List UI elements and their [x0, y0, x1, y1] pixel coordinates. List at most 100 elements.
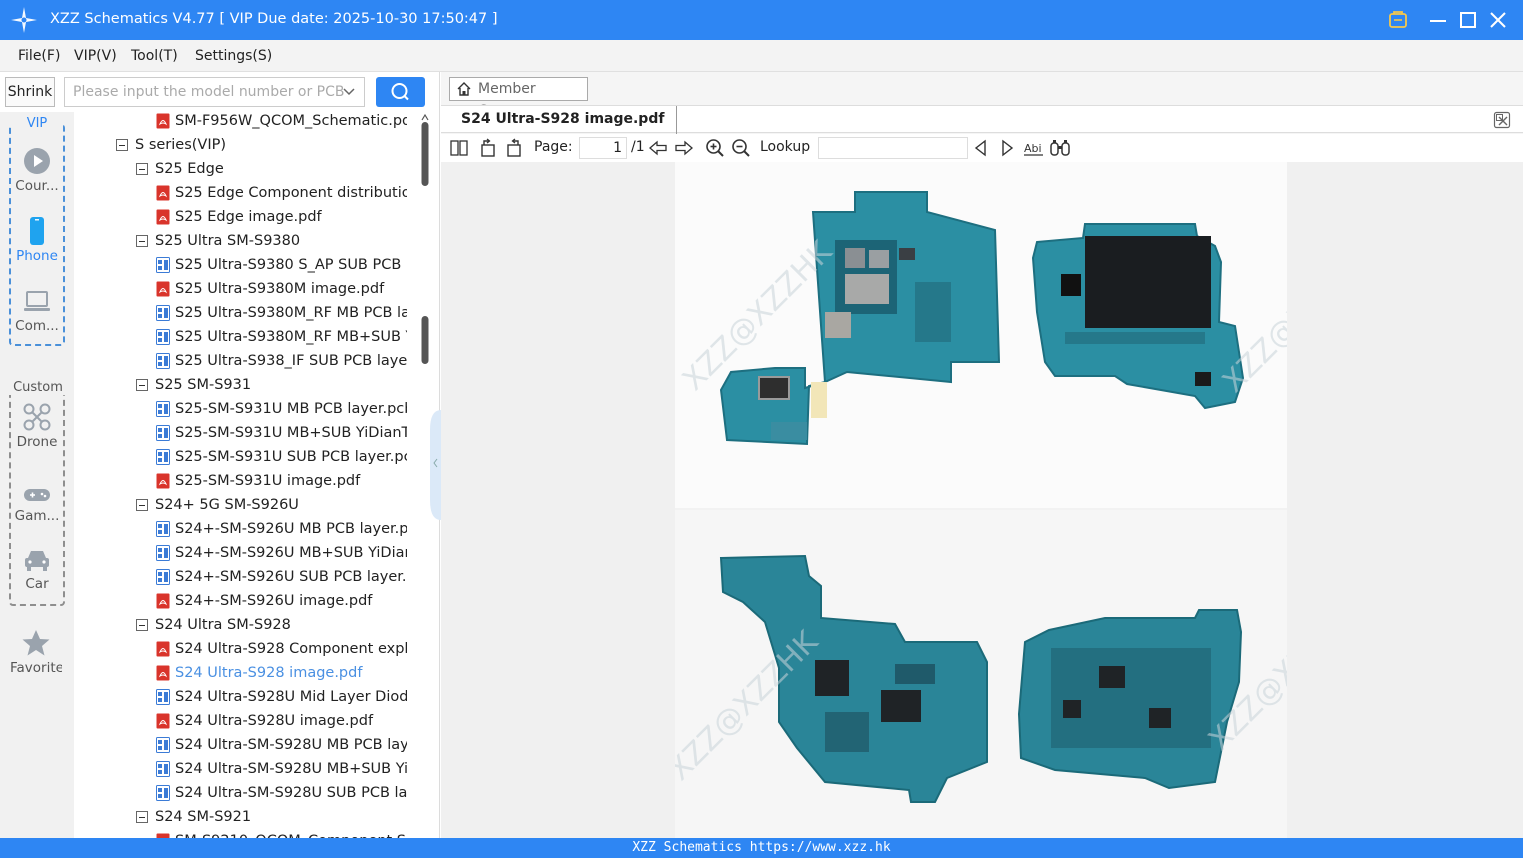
chevron-down-icon[interactable] — [342, 85, 356, 99]
tree-file-item[interactable]: S24 Ultra-S928 image.pdf — [74, 661, 407, 685]
tree-scrollbar[interactable] — [420, 112, 430, 838]
tree-folder[interactable]: S24 SM-S921 — [74, 805, 407, 829]
pcb-file-icon — [156, 401, 170, 417]
minimize-icon[interactable] — [1426, 8, 1450, 32]
tree-file-item[interactable]: S24 Ultra-S928U Mid Layer Diode V — [74, 685, 407, 709]
rotate-right-icon[interactable] — [504, 138, 524, 158]
sidebar-item-favorites[interactable]: Favorites — [10, 628, 62, 676]
zoom-out-icon[interactable] — [731, 138, 751, 158]
star-icon — [22, 630, 50, 656]
tree-file-item[interactable]: S24 Ultra-S928U image.pdf — [74, 709, 407, 733]
tree-file-item[interactable]: S25 Ultra-S9380M_RF MB PCB laye — [74, 301, 407, 325]
rotate-left-icon[interactable] — [478, 138, 498, 158]
tree-folder[interactable]: S24+ 5G SM-S926U — [74, 493, 407, 517]
lookup-label: Lookup — [760, 139, 811, 155]
collapse-toggle-icon[interactable] — [136, 163, 148, 175]
find-prev-icon[interactable] — [971, 138, 991, 158]
collapse-toggle-icon[interactable] — [136, 499, 148, 511]
tree-file-item[interactable]: S24 Ultra-SM-S928U MB+SUB YiDi — [74, 757, 407, 781]
collapse-toggle-icon[interactable] — [136, 619, 148, 631]
tree-file-item[interactable]: S25 Edge image.pdf — [74, 205, 407, 229]
tree-item-label: S25 Ultra-S9380M_RF MB+SUB YiD — [175, 329, 407, 345]
sidebar-item-phone[interactable]: Phone — [11, 216, 63, 264]
status-footer: XZZ Schematics https://www.xzz.hk — [0, 838, 1523, 858]
collapse-handle-icon[interactable] — [430, 410, 441, 520]
tree-item-label: S24 SM-S921 — [155, 809, 252, 825]
tree-file-item[interactable]: S25-SM-S931U SUB PCB layer.pcb — [74, 445, 407, 469]
tree-item-label: S24 Ultra-SM-S928U MB+SUB YiDi — [175, 761, 407, 777]
tree-file-item[interactable]: S25-SM-S931U MB PCB layer.pcb — [74, 397, 407, 421]
tree-item-label: S25 Ultra-S9380 S_AP SUB PCB laye — [175, 257, 407, 273]
tree-file-item[interactable]: S25-SM-S931U image.pdf — [74, 469, 407, 493]
pcb-board-bottom-right — [1017, 609, 1243, 790]
pdf-file-icon — [156, 113, 170, 129]
tree-folder[interactable]: S series(VIP) — [74, 133, 407, 157]
collapse-toggle-icon[interactable] — [136, 235, 148, 247]
tree-file-item[interactable]: SM-S9210_QCOM_Component Spec — [74, 829, 407, 838]
collapse-toggle-icon[interactable] — [136, 811, 148, 823]
app-logo-icon — [11, 7, 37, 33]
prev-page-icon[interactable] — [648, 138, 668, 158]
tree-file-item[interactable]: S24 Ultra-S928 Component explair — [74, 637, 407, 661]
window-title: XZZ Schematics V4.77 [ VIP Due date: 202… — [50, 11, 498, 27]
document-view[interactable]: XZZ@XZZHK XZZ@XZZHK XZZ@XZZHK XZZ@XZZHK — [441, 162, 1523, 838]
menu-vip[interactable]: VIP(V) — [74, 48, 117, 64]
left-pane: Shrink Please input the model number or … — [0, 72, 440, 838]
tree-file-item[interactable]: S24 Ultra-SM-S928U MB PCB layer — [74, 733, 407, 757]
next-page-icon[interactable] — [674, 138, 694, 158]
tree-item-label: S25-SM-S931U image.pdf — [175, 473, 361, 489]
tree-folder[interactable]: S24 Ultra SM-S928 — [74, 613, 407, 637]
tree-item-label: S24+-SM-S926U MB PCB layer.pcb — [175, 521, 407, 537]
tree-file-item[interactable]: S24+-SM-S926U SUB PCB layer.pcl — [74, 565, 407, 589]
pcb-file-icon — [156, 761, 170, 777]
model-search-input[interactable]: Please input the model number or PCB — [64, 77, 365, 107]
shrink-button[interactable]: Shrink — [5, 77, 55, 107]
tree-file-item[interactable]: S25 Edge Component distribution — [74, 181, 407, 205]
tree-file-item[interactable]: S24 Ultra-SM-S928U SUB PCB laye — [74, 781, 407, 805]
tree-item-label: S24+-SM-S926U image.pdf — [175, 593, 373, 609]
tree-file-item[interactable]: S25-SM-S931U MB+SUB YiDianTo — [74, 421, 407, 445]
tree-item-label: S25 Ultra-S9380M_RF MB PCB laye — [175, 305, 407, 321]
tree-file-item[interactable]: S25 Ultra-S9380M_RF MB+SUB YiD — [74, 325, 407, 349]
tree-folder[interactable]: S25 Edge — [74, 157, 407, 181]
tree-file-item[interactable]: S25 Ultra-S9380M image.pdf — [74, 277, 407, 301]
pcb-file-icon — [156, 569, 170, 585]
search-button[interactable] — [376, 77, 425, 107]
menu-file[interactable]: File(F) — [18, 48, 60, 64]
close-tab-icon[interactable] — [1493, 111, 1511, 129]
zoom-in-icon[interactable] — [705, 138, 725, 158]
maximize-icon[interactable] — [1456, 8, 1480, 32]
pcb-file-icon — [156, 689, 170, 705]
tab-document[interactable]: S24 Ultra-S928 image.pdf — [449, 106, 678, 134]
menu-tool[interactable]: Tool(T) — [131, 48, 178, 64]
vip-badge-icon[interactable] — [1386, 8, 1410, 32]
sidebar-item-drone[interactable]: Drone — [11, 402, 63, 450]
svg-text:Abi: Abi — [1024, 142, 1042, 155]
two-page-icon[interactable] — [449, 138, 469, 158]
collapse-toggle-icon[interactable] — [136, 379, 148, 391]
tree-folder[interactable]: S25 SM-S931 — [74, 373, 407, 397]
page-number-input[interactable]: 1 — [579, 137, 627, 159]
tree-file-item[interactable]: S25 Ultra-S9380 S_AP SUB PCB laye — [74, 253, 407, 277]
car-icon — [25, 551, 49, 571]
lookup-input[interactable] — [818, 137, 968, 159]
binoculars-icon[interactable] — [1049, 138, 1071, 158]
menu-settings[interactable]: Settings(S) — [195, 48, 272, 64]
tree-file-item[interactable]: S25 Ultra-S938_IF SUB PCB layer.pc — [74, 349, 407, 373]
sidebar-item-game[interactable]: Gam... — [11, 484, 63, 524]
laptop-icon — [24, 291, 50, 311]
sidebar-item-computer[interactable]: Com... — [11, 286, 63, 334]
tree-file-item[interactable]: S24+-SM-S926U MB PCB layer.pcb — [74, 517, 407, 541]
sidebar-item-car[interactable]: Car — [11, 546, 63, 592]
tree-folder[interactable]: S25 Ultra SM-S9380 — [74, 229, 407, 253]
tree-file-item[interactable]: S24+-SM-S926U MB+SUB YiDianT — [74, 541, 407, 565]
sidebar-item-courses[interactable]: Cour... — [11, 146, 63, 194]
pcb-file-icon — [156, 737, 170, 753]
tree-file-item[interactable]: SM-F956W_QCOM_Schematic.pdf — [74, 109, 407, 133]
collapse-toggle-icon[interactable] — [116, 139, 128, 151]
find-next-icon[interactable] — [997, 138, 1017, 158]
member-center-button[interactable]: Member Center — [449, 77, 588, 119]
match-case-icon[interactable]: Abi — [1023, 138, 1045, 158]
tree-file-item[interactable]: S24+-SM-S926U image.pdf — [74, 589, 407, 613]
close-icon[interactable] — [1486, 8, 1510, 32]
